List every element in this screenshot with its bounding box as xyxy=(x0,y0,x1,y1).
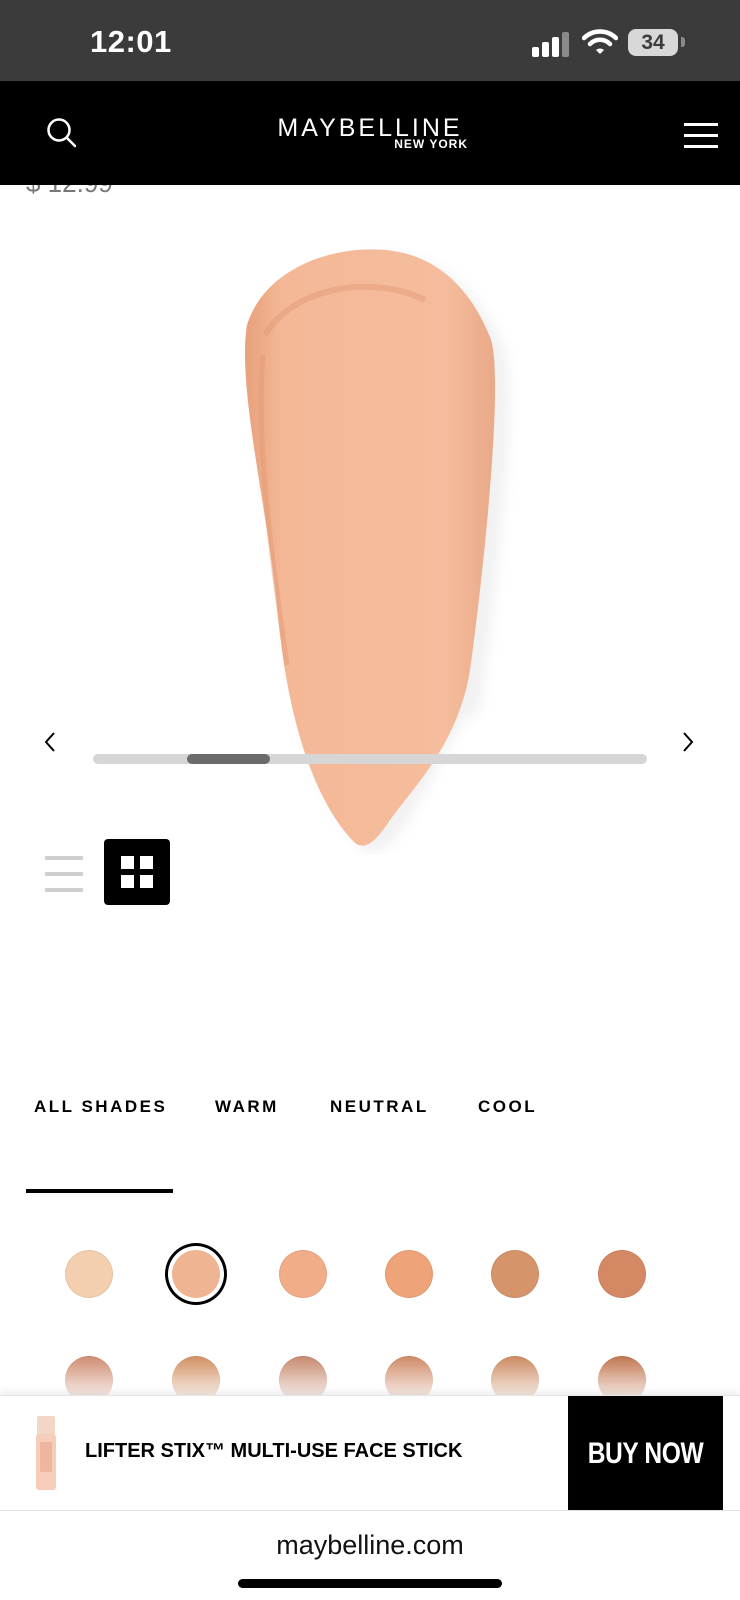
home-indicator[interactable] xyxy=(238,1579,502,1588)
shade-swatch[interactable] xyxy=(385,1250,433,1298)
battery-tip xyxy=(681,37,685,47)
status-time: 12:01 xyxy=(90,24,172,59)
list-view-icon[interactable] xyxy=(45,856,83,892)
carousel-prev-icon[interactable] xyxy=(38,727,62,757)
battery-icon: 34 xyxy=(628,29,678,56)
shade-swatch[interactable] xyxy=(65,1250,113,1298)
product-thumbnail xyxy=(36,1416,56,1490)
grid-view-icon[interactable] xyxy=(104,839,170,905)
sticky-buy-bar: LIFTER STIX™ MULTI-USE FACE STICK BUY NO… xyxy=(0,1395,740,1511)
site-header: MAYBELLINE NEW YORK xyxy=(0,81,740,185)
tab-warm[interactable]: WARM xyxy=(215,1097,279,1117)
hamburger-menu-icon[interactable] xyxy=(684,123,718,149)
url-text[interactable]: maybelline.com xyxy=(0,1530,740,1561)
carousel-scrollbar[interactable] xyxy=(93,754,647,764)
tab-neutral[interactable]: NEUTRAL xyxy=(330,1097,429,1117)
brand-logo[interactable]: MAYBELLINE NEW YORK xyxy=(270,115,470,151)
carousel-next-icon[interactable] xyxy=(676,727,700,757)
logo-subtitle: NEW YORK xyxy=(394,137,468,151)
shade-swatch[interactable] xyxy=(279,1250,327,1298)
shade-filter-tabs: ALL SHADES WARM NEUTRAL COOL xyxy=(0,936,740,1116)
product-name: LIFTER STIX™ MULTI-USE FACE STICK xyxy=(85,1440,463,1462)
tab-cool[interactable]: COOL xyxy=(478,1097,537,1117)
active-tab-indicator xyxy=(26,1189,173,1193)
shade-swatch[interactable] xyxy=(172,1250,220,1298)
shade-swatch[interactable] xyxy=(598,1250,646,1298)
status-bar: 12:01 34 xyxy=(0,0,740,81)
wifi-icon xyxy=(582,29,618,54)
browser-address-bar: maybelline.com xyxy=(0,1510,740,1600)
search-icon[interactable] xyxy=(44,115,80,151)
shade-swatch[interactable] xyxy=(491,1250,539,1298)
battery-level: 34 xyxy=(641,31,665,54)
buy-now-button[interactable]: BUY NOW xyxy=(568,1396,723,1511)
content-fade xyxy=(0,1350,740,1396)
carousel-scroll-thumb[interactable] xyxy=(187,754,270,764)
cellular-signal-icon xyxy=(532,31,572,57)
tab-all-shades[interactable]: ALL SHADES xyxy=(34,1097,167,1117)
